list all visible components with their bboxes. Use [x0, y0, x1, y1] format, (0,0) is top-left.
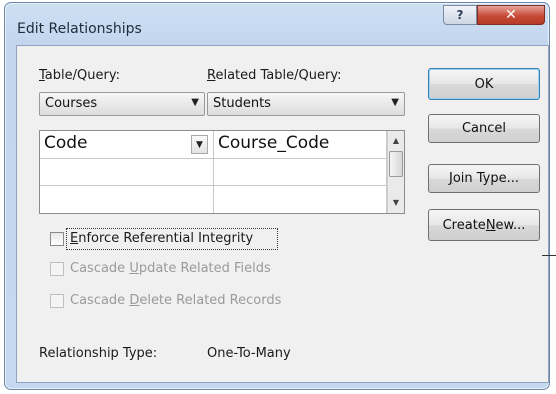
- close-button[interactable]: ✕: [477, 5, 545, 25]
- grid-cell-right-1[interactable]: [214, 159, 387, 186]
- table-query-select[interactable]: Courses ▼: [39, 92, 205, 116]
- chevron-down-icon: ▼: [191, 97, 199, 108]
- relationship-type-label: Relationship Type:: [39, 346, 158, 361]
- grid-vertical-scrollbar[interactable]: ▲ ▼: [387, 131, 404, 213]
- field-dropdown-button[interactable]: ▼: [191, 135, 208, 154]
- cancel-button[interactable]: Cancel: [428, 114, 540, 143]
- cascade-update-checkbox[interactable]: [50, 262, 64, 276]
- related-table-query-select[interactable]: Students ▼: [207, 92, 405, 116]
- related-table-query-value: Students: [213, 96, 271, 111]
- field-mapping-grid: Code ▼ Course_Code ▲ ▼: [39, 130, 405, 214]
- edge-marker-line: [542, 255, 556, 256]
- table-query-label: Table/Query:: [39, 68, 120, 83]
- create-new-button[interactable]: Create New...: [428, 209, 540, 241]
- dialog-client-area: Table/Query: Related Table/Query: Course…: [16, 45, 549, 383]
- enforce-integrity-label[interactable]: Enforce Referential Integrity: [70, 231, 253, 246]
- chevron-down-icon: ▼: [391, 97, 399, 108]
- grid-cell-right-0[interactable]: Course_Code: [214, 131, 387, 159]
- scroll-down-icon[interactable]: ▼: [388, 195, 404, 211]
- grid-cell-left-1[interactable]: [40, 159, 214, 186]
- close-icon: ✕: [505, 7, 517, 23]
- join-type-button[interactable]: Join Type...: [428, 164, 540, 193]
- cascade-update-label: Cascade Update Related Fields: [70, 261, 271, 276]
- chevron-down-icon: ▼: [196, 140, 203, 150]
- table-query-value: Courses: [45, 96, 98, 111]
- related-table-query-label: Related Table/Query:: [207, 68, 342, 83]
- grid-cell-left-0[interactable]: Code ▼: [40, 131, 214, 159]
- cascade-delete-checkbox[interactable]: [50, 294, 64, 308]
- help-icon: ?: [456, 8, 464, 22]
- enforce-integrity-checkbox[interactable]: [50, 232, 64, 246]
- grid-cell-left-2[interactable]: [40, 186, 214, 213]
- edit-relationships-dialog: Edit Relationships ? ✕ Table/Query: Rela…: [4, 2, 550, 390]
- scroll-thumb[interactable]: [389, 151, 403, 177]
- help-button[interactable]: ?: [443, 5, 477, 25]
- dialog-title: Edit Relationships: [17, 21, 142, 37]
- relationship-type-value: One-To-Many: [207, 346, 291, 361]
- grid-cell-right-2[interactable]: [214, 186, 387, 213]
- cascade-delete-label: Cascade Delete Related Records: [70, 293, 282, 308]
- ok-button[interactable]: OK: [428, 68, 540, 100]
- scroll-up-icon[interactable]: ▲: [388, 133, 404, 149]
